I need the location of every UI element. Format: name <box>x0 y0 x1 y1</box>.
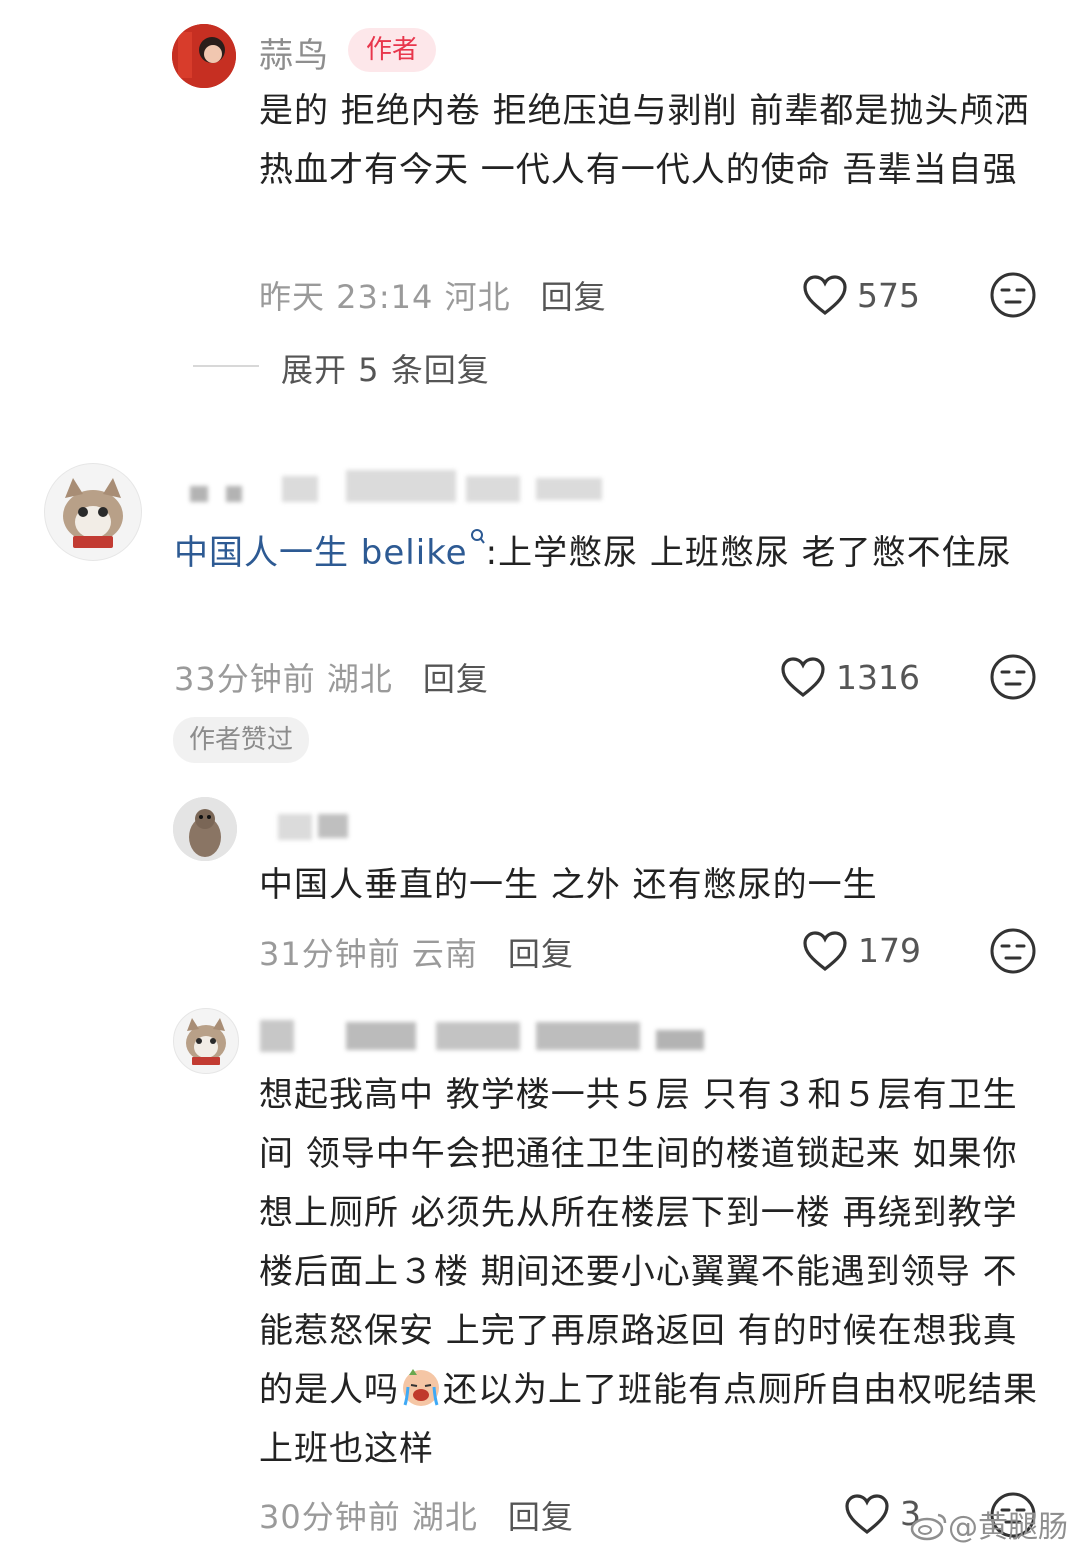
blurred-username <box>226 486 242 502</box>
neutral-face-icon[interactable] <box>989 653 1037 701</box>
avatar[interactable] <box>172 24 236 88</box>
blurred-username <box>436 1022 520 1050</box>
heart-outline-icon[interactable] <box>844 1493 890 1535</box>
neutral-face-icon[interactable] <box>989 271 1037 319</box>
watermark: @黄腿肠 <box>910 1502 1068 1546</box>
comment-meta: 30分钟前 湖北 回复 <box>259 1492 574 1538</box>
comment-text: 中国人垂直的一生 之外 还有憋尿的一生 <box>259 865 878 905</box>
like-count: 575 <box>857 276 920 315</box>
search-icon <box>470 529 485 544</box>
comment-time-location: 昨天 23:14 河北 <box>259 278 511 316</box>
avatar[interactable] <box>173 1008 239 1074</box>
topic-link[interactable]: 中国人一生 belike <box>174 529 486 573</box>
reply-button[interactable]: 回复 <box>508 1498 574 1536</box>
comment-meta: 31分钟前 云南 回复 <box>259 929 574 975</box>
reply-button[interactable]: 回复 <box>541 278 607 316</box>
blurred-username <box>466 476 520 502</box>
blurred-username <box>346 470 456 502</box>
weibo-logo-icon <box>910 1513 947 1541</box>
avatar[interactable] <box>44 463 142 561</box>
reply-button[interactable]: 回复 <box>423 660 489 698</box>
neutral-face-icon[interactable] <box>989 927 1037 975</box>
blurred-username <box>318 814 348 838</box>
comment-time-location: 33分钟前 湖北 <box>174 660 393 698</box>
author-badge: 作者 <box>348 28 437 72</box>
blurred-username <box>656 1030 704 1050</box>
comment-time-location: 31分钟前 云南 <box>259 935 478 973</box>
heart-outline-icon[interactable] <box>802 274 848 316</box>
comment-text: 中国人一生 belike:上学憋尿 上班憋尿 老了憋不住尿 <box>174 524 1034 583</box>
like-count: 1316 <box>836 658 920 697</box>
blurred-username <box>260 1020 294 1052</box>
comment-text: 想起我高中 教学楼一共５层 只有３和５层有卫生间 领导中午会把通往卫生间的楼道锁… <box>259 1075 1038 1469</box>
blurred-username <box>190 486 208 502</box>
blurred-username <box>536 1022 640 1050</box>
blurred-username <box>278 814 312 840</box>
heart-outline-icon[interactable] <box>780 656 826 698</box>
expand-replies-button[interactable]: 展开 5 条回复 <box>281 345 490 391</box>
reply-button[interactable]: 回复 <box>508 935 574 973</box>
comment-meta: 33分钟前 湖北 回复 <box>174 654 489 700</box>
blurred-username <box>536 478 602 500</box>
blurred-username <box>282 476 318 502</box>
comment-text: 是的 拒绝内卷 拒绝压迫与剥削 前辈都是抛头颅洒热血才有今天 一代人有一代人的使… <box>259 91 1030 190</box>
avatar[interactable] <box>173 797 237 861</box>
expand-divider <box>193 365 259 367</box>
author-liked-tag: 作者赞过 <box>173 717 310 763</box>
like-count: 179 <box>858 931 921 970</box>
comment-time-location: 30分钟前 湖北 <box>259 1498 478 1536</box>
crying-emoji-icon <box>403 1369 439 1406</box>
comment-meta: 昨天 23:14 河北 回复 <box>259 272 607 318</box>
commenter-name[interactable]: 蒜鸟 <box>259 28 329 77</box>
blurred-username <box>346 1022 416 1050</box>
heart-outline-icon[interactable] <box>802 930 848 972</box>
